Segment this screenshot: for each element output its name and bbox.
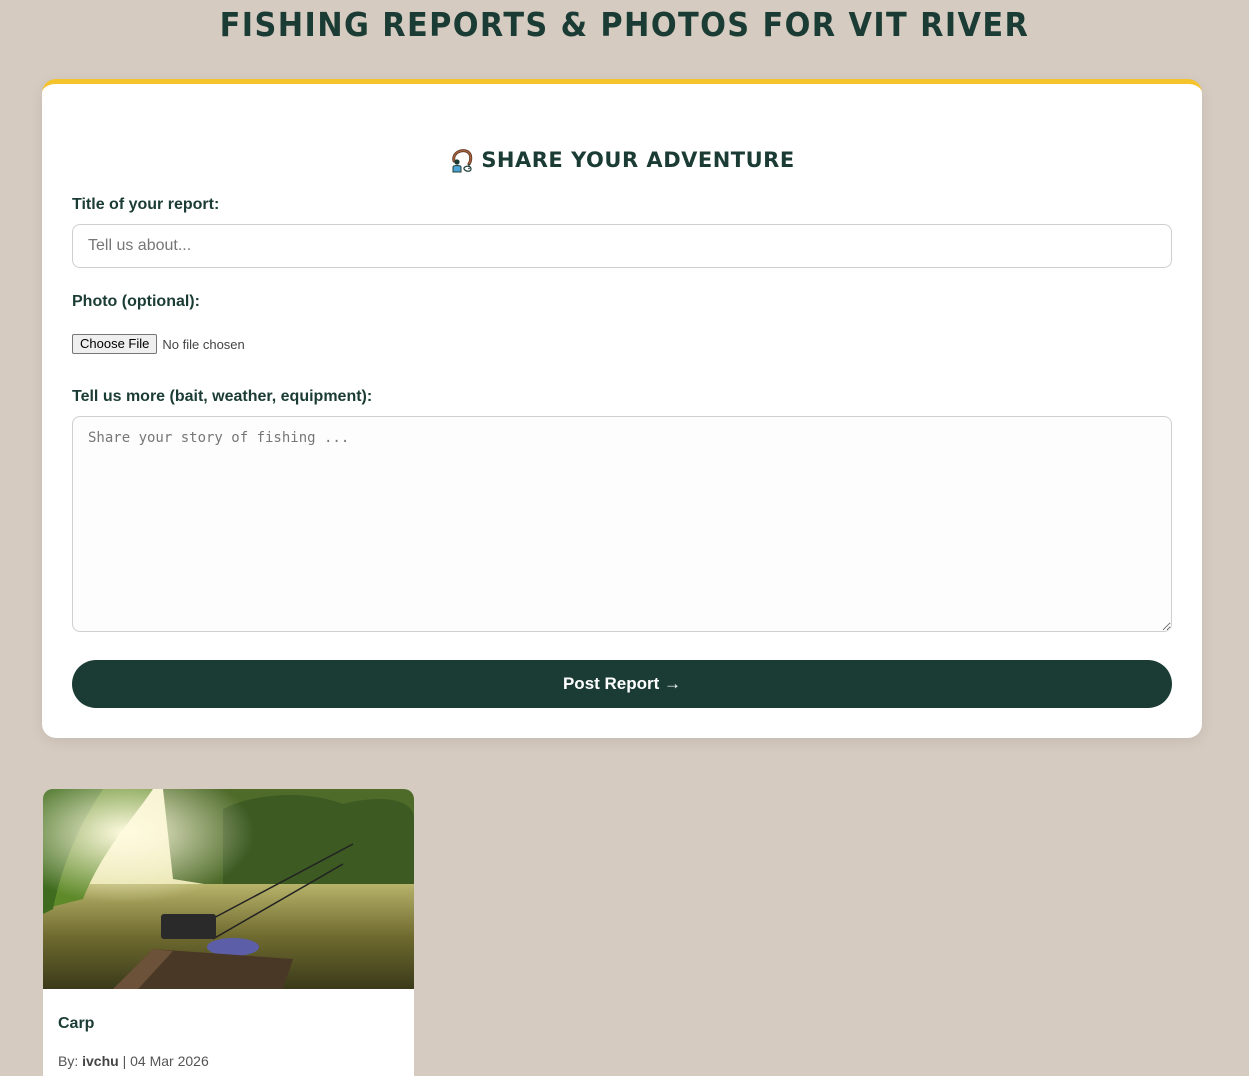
- details-label: Tell us more (bait, weather, equipment):: [72, 388, 373, 405]
- title-label: Title of your report:: [72, 196, 220, 213]
- report-by-label: By:: [58, 1053, 79, 1069]
- report-title: Carp: [58, 1015, 95, 1032]
- report-form-card: SHARE YOUR ADVENTURE Title of your repor…: [42, 79, 1202, 738]
- page: FISHING REPORTS & PHOTOS FOR VIT RIVER S…: [0, 0, 1249, 1076]
- details-textarea[interactable]: [72, 416, 1172, 632]
- report-separator: |: [122, 1053, 127, 1069]
- file-status-text: No file chosen: [162, 336, 245, 352]
- report-card[interactable]: Carp By: ivchu | 04 Mar 2026: [43, 789, 414, 1076]
- report-meta: By: ivchu | 04 Mar 2026: [58, 1053, 209, 1069]
- choose-file-button[interactable]: Choose File: [72, 334, 158, 354]
- form-heading-text: SHARE YOUR ADVENTURE: [481, 148, 795, 172]
- photo-file-picker[interactable]: Choose File No file chosen: [72, 333, 245, 355]
- river-fishing-photo: [43, 789, 414, 989]
- report-author[interactable]: ivchu: [82, 1053, 119, 1069]
- report-date: 04 Mar 2026: [130, 1053, 209, 1069]
- fisherman-icon: [449, 147, 475, 173]
- photo-label: Photo (optional):: [72, 293, 200, 310]
- page-title: FISHING REPORTS & PHOTOS FOR VIT RIVER: [219, 5, 1030, 44]
- form-heading: SHARE YOUR ADVENTURE: [42, 146, 1202, 174]
- post-report-button[interactable]: Post Report →: [72, 660, 1172, 708]
- title-input[interactable]: [72, 224, 1172, 268]
